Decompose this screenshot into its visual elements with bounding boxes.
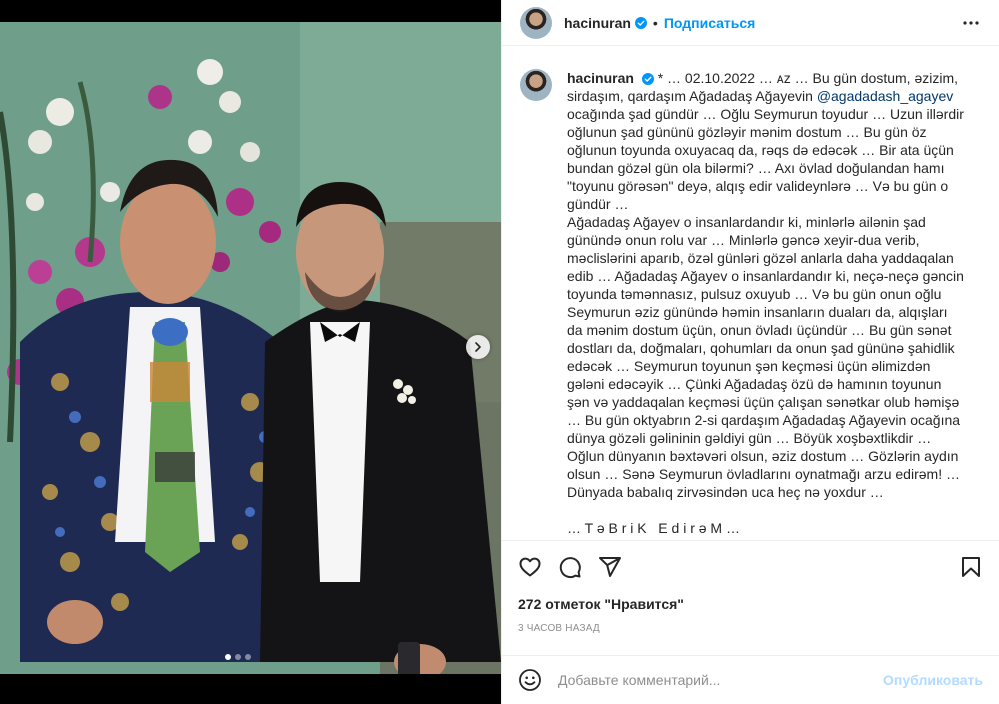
caption-author-avatar[interactable] [520, 69, 552, 101]
save-button[interactable] [943, 547, 983, 587]
comment-input[interactable] [558, 672, 884, 688]
carousel-dot [245, 654, 251, 660]
heart-icon [519, 557, 541, 577]
mention-link[interactable]: @agadadash_agayev [817, 88, 953, 104]
author-username[interactable]: hacinuran [564, 15, 631, 31]
carousel-indicator [225, 654, 251, 660]
post-timestamp[interactable]: 3 часов назад [518, 623, 983, 634]
emoji-icon [519, 669, 541, 691]
post-side-panel: hacinuran • Подписаться hacinuran * … 02… [501, 0, 999, 704]
caption-body-end: ocağında şad gündür … Oğlu Seymurun toyu… [567, 106, 964, 536]
verified-badge-icon [641, 73, 654, 86]
share-icon [599, 557, 621, 577]
action-bar [518, 541, 983, 593]
header-separator: • [652, 14, 658, 31]
publish-button[interactable]: Опубликовать [883, 672, 983, 688]
comment-button[interactable] [558, 547, 598, 587]
caption-author-username[interactable]: hacinuran [567, 70, 634, 86]
verified-badge-icon [634, 16, 647, 29]
comments-section: hacinuran * … 02.10.2022 … ᴀᴢ … Bu gün d… [502, 47, 999, 539]
likes-count[interactable]: 272 отметок "Нравится" [518, 595, 983, 613]
emoji-button[interactable] [518, 668, 542, 692]
carousel-dot [235, 654, 241, 660]
author-avatar[interactable] [520, 6, 552, 39]
post-dialog: hacinuran • Подписаться hacinuran * … 02… [0, 0, 999, 704]
comment-icon [559, 557, 581, 579]
post-actions: 272 отметок "Нравится" 3 часов назад [502, 540, 999, 634]
more-options-button[interactable] [959, 11, 983, 35]
add-comment-bar: Опубликовать [502, 655, 999, 704]
share-button[interactable] [598, 547, 638, 587]
more-options-icon [963, 20, 979, 25]
post-header: hacinuran • Подписаться [502, 0, 999, 46]
caption-text: hacinuran * … 02.10.2022 … ᴀᴢ … Bu gün d… [567, 69, 965, 537]
chevron-right-icon [475, 342, 481, 352]
post-photo[interactable] [0, 22, 501, 674]
post-caption: hacinuran * … 02.10.2022 … ᴀᴢ … Bu gün d… [520, 69, 983, 537]
like-button[interactable] [518, 547, 558, 587]
carousel-dot-active [225, 654, 231, 660]
post-media [0, 0, 501, 704]
follow-button[interactable]: Подписаться [664, 15, 756, 31]
carousel-next-button[interactable] [466, 335, 490, 359]
photo-illustration [0, 22, 501, 674]
bookmark-icon [962, 557, 980, 577]
